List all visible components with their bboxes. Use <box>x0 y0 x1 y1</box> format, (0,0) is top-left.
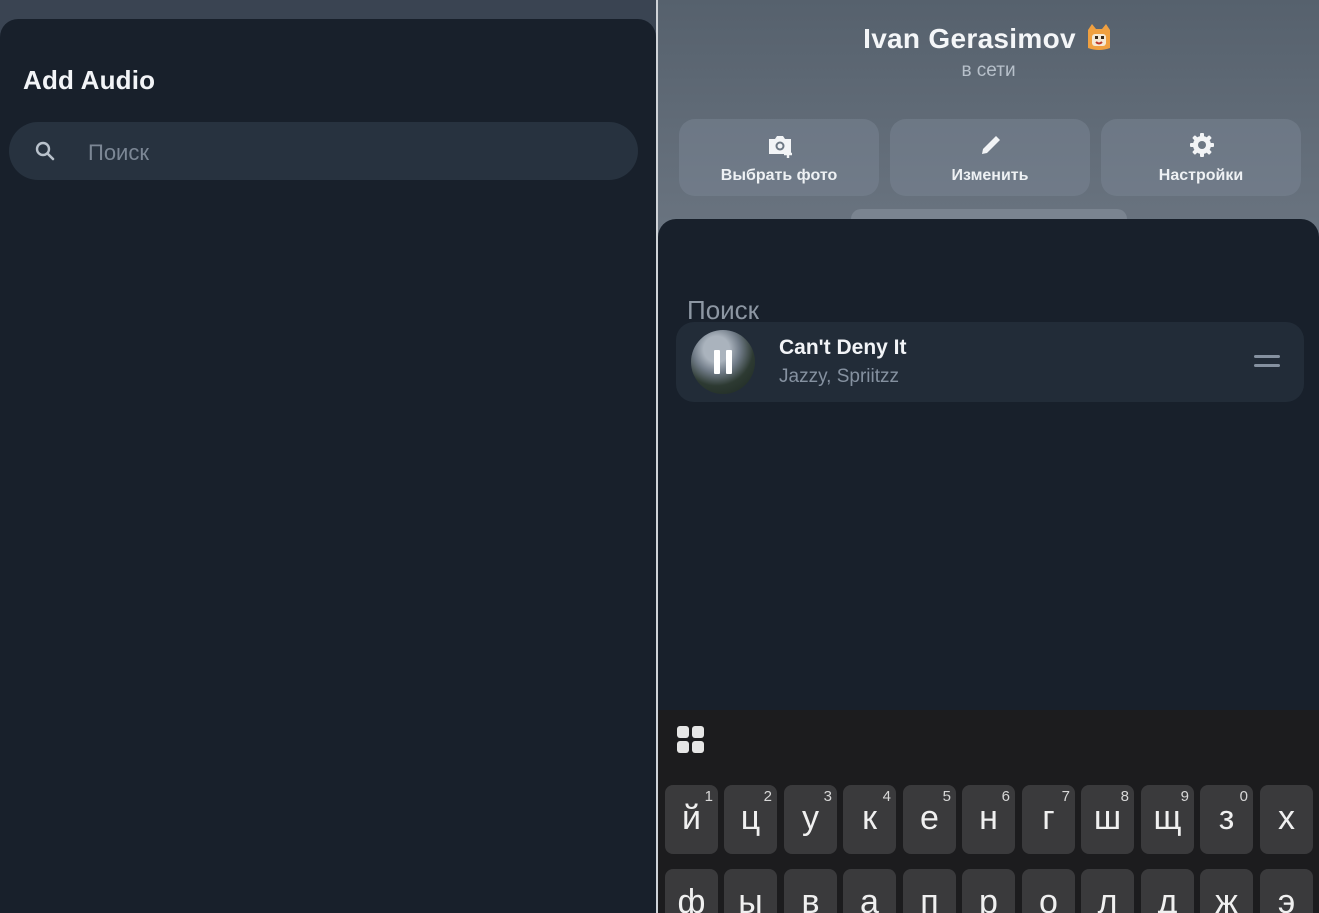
track-artist: Jazzy, Spriitzz <box>779 366 900 387</box>
settings-button[interactable]: Настройки <box>1101 119 1301 196</box>
key-г[interactable]: г7 <box>1022 785 1075 854</box>
tiger-emoji-icon <box>1087 24 1110 50</box>
key-щ[interactable]: щ9 <box>1141 785 1194 854</box>
pencil-icon <box>982 136 1000 154</box>
search-placeholder: Поиск <box>88 140 149 165</box>
key-д[interactable]: д <box>1141 869 1194 913</box>
search-icon <box>35 141 55 161</box>
key-р[interactable]: р <box>962 869 1015 913</box>
choose-photo-label: Выбрать фото <box>720 167 838 184</box>
profile-name-row: Ivan Gerasimov <box>658 22 1319 55</box>
profile-panel: Ivan Gerasimov в сети Выбрать фото Измен… <box>658 0 1319 913</box>
keyboard: й1 ц2 у3 к4 е5 н6 г7 ш8 щ9 з0 х ф ы в а … <box>658 710 1319 913</box>
add-audio-sheet: Add Audio Поиск <box>0 19 656 913</box>
edit-button[interactable]: Изменить <box>890 119 1090 196</box>
key-а[interactable]: а <box>843 869 896 913</box>
profile-name: Ivan Gerasimov <box>863 23 1076 54</box>
key-ф[interactable]: ф <box>665 869 718 913</box>
apps-grid-icon[interactable] <box>677 726 705 754</box>
key-у[interactable]: у3 <box>784 785 837 854</box>
settings-label: Настройки <box>1158 167 1244 184</box>
add-audio-panel: Add Audio Поиск <box>0 0 656 913</box>
track-title: Can't Deny It <box>779 336 907 359</box>
audio-sheet <box>658 219 1319 719</box>
choose-photo-button[interactable]: Выбрать фото <box>679 119 879 196</box>
key-х[interactable]: х <box>1260 785 1313 854</box>
key-л[interactable]: л <box>1081 869 1134 913</box>
pause-icon[interactable] <box>714 350 732 374</box>
key-к[interactable]: к4 <box>843 785 896 854</box>
key-ш[interactable]: ш8 <box>1081 785 1134 854</box>
drag-handle-icon[interactable] <box>1254 355 1280 369</box>
key-э[interactable]: э <box>1260 869 1313 913</box>
key-н[interactable]: н6 <box>962 785 1015 854</box>
edit-label: Изменить <box>951 167 1029 184</box>
key-ж[interactable]: ж <box>1200 869 1253 913</box>
audio-track-item[interactable]: Can't Deny It Jazzy, Spriitzz <box>676 322 1304 402</box>
key-й[interactable]: й1 <box>665 785 718 854</box>
key-з[interactable]: з0 <box>1200 785 1253 854</box>
key-п[interactable]: п <box>903 869 956 913</box>
search-input[interactable]: Поиск <box>9 122 638 180</box>
online-status: в сети <box>961 60 1016 81</box>
key-в[interactable]: в <box>784 869 837 913</box>
key-о[interactable]: о <box>1022 869 1075 913</box>
page-title: Add Audio <box>23 65 156 95</box>
camera-add-icon <box>769 136 792 158</box>
gear-icon <box>1190 133 1214 157</box>
key-ц[interactable]: ц2 <box>724 785 777 854</box>
album-cover <box>691 330 755 394</box>
key-ы[interactable]: ы <box>724 869 777 913</box>
key-е[interactable]: е5 <box>903 785 956 854</box>
